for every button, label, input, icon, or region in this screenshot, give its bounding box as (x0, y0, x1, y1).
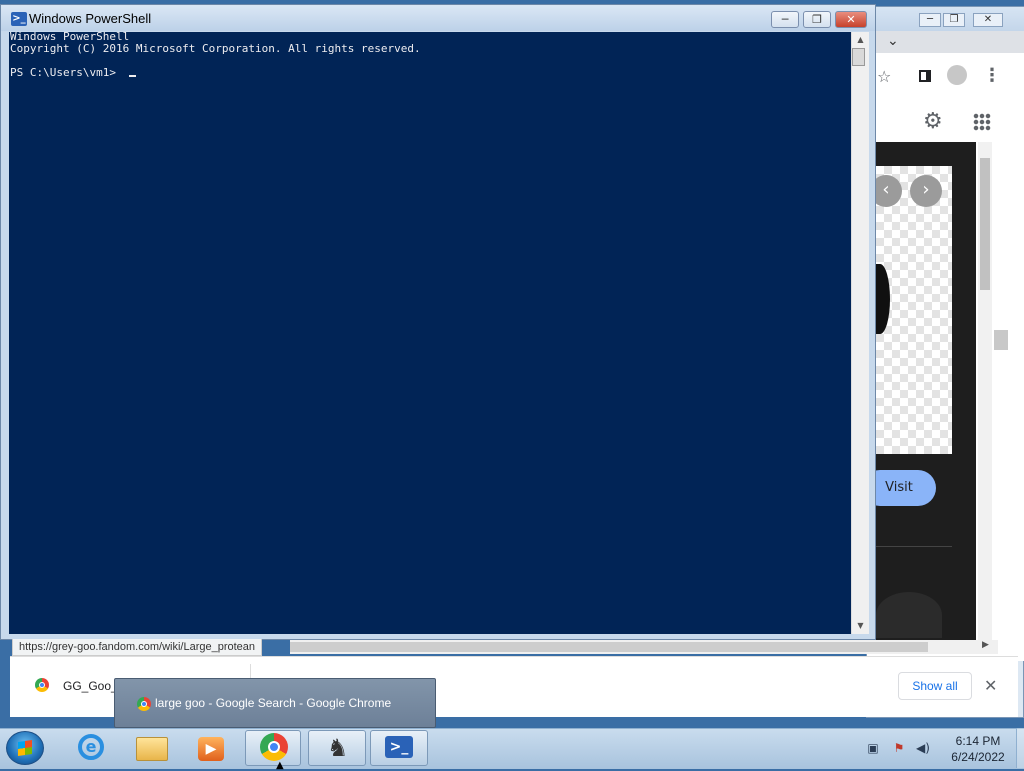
action-center-flag-icon[interactable]: ⚑ (892, 741, 906, 755)
scroll-down-arrow-icon[interactable]: ▼ (852, 618, 869, 634)
taskbar-thumbnail-preview[interactable]: large goo - Google Search - Google Chrom… (114, 678, 436, 728)
chrome-menu-kebab-icon[interactable]: ⋮ (983, 65, 1001, 86)
horizontal-scroll-thumb[interactable] (290, 642, 928, 652)
console-prompt[interactable]: PS C:\Users\vm1> (10, 67, 123, 79)
chrome-horizontal-scrollbar[interactable]: ▶ (290, 640, 998, 654)
show-desktop-button[interactable] (1016, 728, 1024, 768)
close-button[interactable]: ✕ (835, 11, 867, 28)
console-area[interactable] (9, 32, 851, 634)
settings-gear-icon[interactable]: ⚙ (923, 109, 943, 134)
start-button[interactable] (6, 731, 44, 765)
powershell-icon: >_ (11, 12, 27, 26)
chrome-minimize-button[interactable]: ─ (919, 13, 941, 27)
tab-search-chevron-icon[interactable]: ⌄ (887, 33, 899, 49)
internet-explorer-icon[interactable]: e (78, 734, 104, 760)
maximize-button[interactable]: ❐ (803, 11, 831, 28)
console-vertical-scrollbar[interactable]: ▲ ▼ (851, 32, 869, 634)
powershell-taskbar-icon: >_ (385, 736, 413, 758)
system-clock[interactable]: 6:14 PM 6/24/2022 (938, 733, 1018, 765)
console-line-2: Copyright (C) 2016 Microsoft Corporation… (10, 42, 421, 55)
preview-next-icon[interactable]: › (910, 175, 942, 207)
profile-avatar-icon[interactable] (947, 65, 967, 85)
related-image-thumbnail[interactable] (876, 592, 942, 638)
clock-time: 6:14 PM (955, 734, 1001, 748)
file-explorer-icon[interactable] (136, 737, 168, 761)
console-cursor (129, 75, 136, 77)
window-title: Windows PowerShell (29, 11, 152, 26)
minimize-button[interactable]: ─ (771, 11, 799, 28)
network-icon[interactable]: ▣ (866, 741, 880, 755)
download-chrome-icon (35, 678, 49, 692)
bookmark-star-icon[interactable]: ☆ (877, 67, 891, 86)
scroll-up-arrow-icon[interactable]: ▲ (852, 32, 869, 48)
side-panel-icon[interactable] (919, 70, 931, 82)
google-apps-icon[interactable] (973, 113, 991, 131)
chess-icon: ♞ (327, 734, 349, 762)
windows-logo-icon (18, 740, 32, 756)
tooltip-chrome-icon (137, 697, 151, 711)
chrome-taskbar-icon-center (268, 741, 280, 753)
chrome-maximize-button[interactable]: ❐ (943, 13, 965, 27)
outer-scroll-thumb[interactable] (994, 330, 1008, 350)
show-all-button[interactable]: Show all (898, 672, 972, 700)
clock-date: 6/24/2022 (951, 750, 1005, 764)
media-player-icon[interactable]: ▶ (198, 737, 224, 761)
download-item-filename[interactable]: GG_Goo_ (63, 679, 118, 693)
mouse-cursor-icon: ▲ (276, 760, 284, 771)
chrome-close-button[interactable]: ✕ (973, 13, 1003, 27)
chrome-toolbar: ☆ ⋮ (867, 53, 1024, 102)
powershell-titlebar[interactable]: >_ Windows PowerShell ─ ❐ ✕ (1, 5, 875, 31)
link-status-url: https://grey-goo.fandom.com/wiki/Large_p… (12, 639, 263, 656)
chrome-tabstrip: ⌄ (867, 31, 1024, 53)
preview-divider (876, 546, 952, 547)
chrome-page-scrollbar[interactable] (978, 142, 992, 640)
tooltip-window-title: large goo - Google Search - Google Chrom… (155, 696, 392, 710)
console-scroll-thumb[interactable] (852, 48, 865, 66)
scroll-right-arrow-icon[interactable]: ▶ (982, 640, 989, 650)
powershell-window: >_ Windows PowerShell ─ ❐ ✕ ▲ ▼ (0, 4, 876, 640)
chrome-scroll-thumb[interactable] (980, 158, 990, 290)
close-download-shelf-icon[interactable]: ✕ (984, 676, 997, 695)
chrome-titlebar: ─ ❐ ✕ (867, 7, 1024, 31)
volume-icon[interactable]: ◀) (916, 741, 930, 755)
chrome-taskbar-icon (260, 733, 288, 761)
